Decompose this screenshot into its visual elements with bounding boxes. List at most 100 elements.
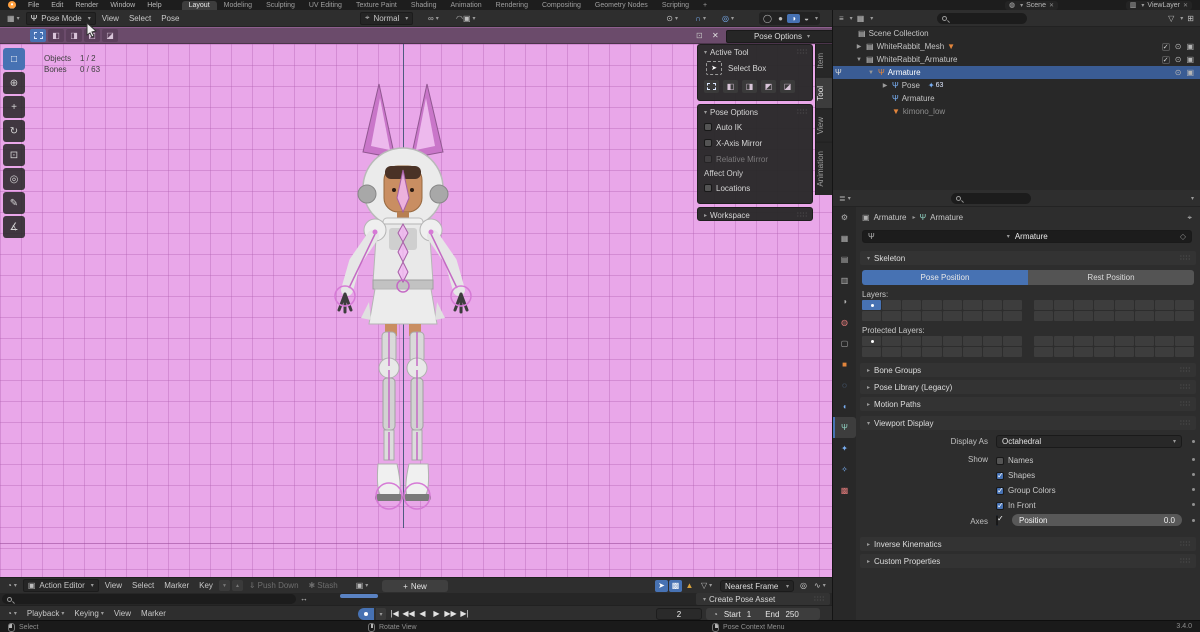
outliner-row[interactable]: Ψ ▤ Scene Collection ✦ ✓ ⊙ ▣ [833,27,1200,40]
sidebar-tab[interactable]: Item [816,44,832,77]
shading-mode-button[interactable]: ● [774,14,787,23]
protected-layers-grid-left[interactable] [862,336,1022,357]
move-up-button[interactable]: ▲ [232,580,243,591]
axes-checkbox[interactable] [996,515,998,526]
hide-eye-icon[interactable]: ⊙ [1175,42,1182,51]
playback-button[interactable]: ▶ [430,609,443,618]
tool-button[interactable]: □ [3,48,25,70]
pose-position-button[interactable]: Pose Position [862,270,1028,285]
timeline-menu[interactable]: Marker▾ [137,607,170,620]
dopesheet-editor-icon[interactable]: ◔▾ [3,579,21,592]
topbar-menu[interactable]: Edit [45,2,69,9]
panel-select-mode-button[interactable] [704,80,719,93]
scene-selector[interactable]: ◍▾ Scene ✕ [1005,1,1058,10]
new-action-button[interactable]: +New [382,580,448,592]
properties-tab[interactable]: ✧ [833,459,856,480]
datablock-name-field[interactable]: Ψ▾ Armature ◇ [862,230,1192,243]
panel-select-mode-button[interactable]: ◨ [742,80,757,93]
proportional-editing-dropdown[interactable]: ◠▣▾ [452,12,480,25]
playback-button[interactable]: ▶| [458,609,471,618]
outliner-row[interactable]: Ψ ▶ ▤ WhiteRabbit_Mesh ▼ ✦ ✓ ⊙ ▣ [833,40,1200,53]
selectable-checkbox[interactable]: ✓ [1162,56,1170,64]
disable-render-icon[interactable]: ▣ [1186,68,1194,77]
playback-button[interactable]: ◀◀ [402,609,415,618]
show-option-row[interactable]: Shapes [996,468,1056,483]
expand-arrow[interactable]: ▶ [881,82,889,89]
sidebar-tab[interactable]: Animation [816,142,832,195]
checkbox[interactable] [704,139,712,147]
panel-select-mode-button[interactable]: ◧ [723,80,738,93]
workspace-tab[interactable]: Layout [182,1,217,10]
outliner-editor-icon[interactable]: ≡ [839,14,844,23]
topbar-menu[interactable]: Window [104,2,141,9]
collapsed-panel[interactable]: ▸Bone Groups∷∷ [860,363,1196,377]
only-selected-toggle[interactable]: ➤ [655,580,668,592]
blender-logo-icon[interactable] [8,1,16,9]
properties-tab[interactable]: ▢ [833,333,856,354]
checkbox[interactable] [996,502,1004,510]
character-model[interactable] [283,66,523,536]
layers-grid-left[interactable] [862,300,1022,321]
select-mode-button[interactable] [30,29,46,42]
properties-tab[interactable]: ◍ [833,312,856,333]
horizontal-scrollbar[interactable] [340,594,378,598]
snap-magnet-toggle[interactable]: ∩▾ [691,12,710,25]
hide-eye-icon[interactable]: ⊙ [1175,55,1182,64]
properties-search-input[interactable] [951,193,1031,204]
properties-tab[interactable]: ▥ [833,270,856,291]
workspace-tab[interactable]: Animation [444,1,489,10]
workspace-panel[interactable]: ▸Workspace∷∷ [697,207,813,221]
playback-button[interactable]: |◀ [388,609,401,618]
viewlayer-selector[interactable]: ▥▾ ViewLayer ✕ [1126,1,1192,10]
pose-options-popover-button[interactable]: Pose Options▾ [726,30,838,43]
shading-mode-button[interactable]: ◑ [787,14,800,23]
skeleton-panel-header[interactable]: ▾Skeleton∷∷ [860,251,1196,265]
row-label[interactable]: Armature [902,94,935,103]
tool-button[interactable]: + [3,96,25,118]
timeline-editor-icon[interactable]: ◔▾ [3,607,21,620]
fake-user-shield-icon[interactable]: ◇ [1180,232,1186,241]
outliner-row[interactable]: Ψ ▼ ▤ WhiteRabbit_Armature ✦ ✓ ⊙ ▣ [833,53,1200,66]
viewport-menu[interactable]: Pose [157,12,183,25]
shading-mode-button[interactable]: ◯ [761,14,774,23]
move-down-button[interactable]: ▼ [219,580,230,591]
outliner-row[interactable]: Ψ ▼ kimono_low ✦ ✓ ⊙ ▣ [833,105,1200,118]
checkbox[interactable] [996,457,1004,465]
dopesheet-mode-dropdown[interactable]: ▣ Action Editor▾ [23,579,99,592]
current-frame-field[interactable]: 2 [656,608,702,620]
select-mode-button[interactable]: ◧ [48,29,64,42]
properties-tab[interactable]: ✦ [833,438,856,459]
protected-layers-grid-right[interactable] [1034,336,1194,357]
dopesheet-menu[interactable]: Select [128,579,158,592]
expand-arrow[interactable]: ▶ [855,43,863,50]
row-label[interactable]: WhiteRabbit_Mesh [877,42,945,51]
properties-tab[interactable]: ◑ [833,291,856,312]
row-label[interactable]: Pose [902,81,920,90]
viewport-display-panel-header[interactable]: ▾Viewport Display∷∷ [860,416,1196,430]
workspace-tab[interactable]: Texture Paint [349,1,404,10]
show-errors-icon[interactable]: ▲ [683,580,696,592]
snap-mode-dropdown[interactable]: Nearest Frame▾ [720,580,794,592]
workspace-tab[interactable]: Modeling [217,1,259,10]
stash-button[interactable]: ✱Stash [305,579,342,592]
select-mode-button[interactable]: ◨ [66,29,82,42]
show-option-row[interactable]: Group Colors [996,483,1056,498]
outliner-row[interactable]: Ψ ▼ Ψ Armature ✦ ✓ ⊙ ▣ [833,66,1200,79]
viewport-menu[interactable]: Select [125,12,155,25]
x-icon[interactable]: ✕ [712,31,719,40]
tool-button[interactable]: ◎ [3,168,25,190]
show-option-row[interactable]: Names [996,453,1056,468]
hide-eye-icon[interactable]: ⊙ [1175,68,1182,77]
frame-range-controls[interactable]: ◔ Start1 End250 [706,608,820,620]
topbar-menu[interactable]: Render [69,2,104,9]
sidebar-tab[interactable]: Tool [816,77,832,109]
row-label[interactable]: Armature [888,68,921,77]
filter-dropdown[interactable]: ▽▾ [697,579,716,592]
timeline-menu[interactable]: Playback▾ [23,607,68,620]
new-collection-icon[interactable]: ⊞ [1187,14,1194,23]
collapsed-panel[interactable]: ▸Custom Properties∷∷ [860,554,1196,568]
tool-button[interactable]: ⊡ [3,144,25,166]
checkbox[interactable] [704,155,712,163]
row-label[interactable]: Scene Collection [869,29,929,38]
show-option-row[interactable]: In Front [996,498,1056,513]
